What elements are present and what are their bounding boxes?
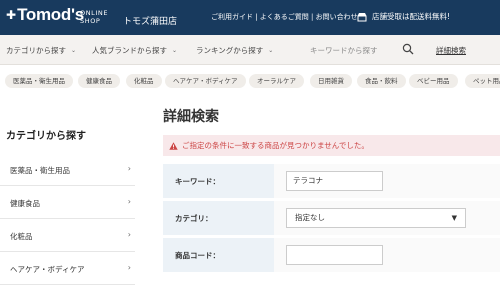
nav-ranking-dropdown[interactable]: ランキングから探す ⌄ [196, 45, 273, 56]
category-select[interactable]: 指定なし ▼ [286, 208, 466, 228]
product-code-label: 商品コード： [163, 238, 274, 272]
sidebar-item-label: ヘアケア・ボディケア [10, 265, 85, 274]
keyword-input[interactable]: テラコナ [286, 171, 383, 191]
category-pill[interactable]: 食品・飲料 [357, 74, 406, 88]
nav-category-label: カテゴリから探す [6, 46, 66, 55]
sidebar: カテゴリから探す 医薬品・衛生用品 › 健康食品 › 化粧品 › ヘアケア・ボデ… [0, 97, 145, 285]
nav-category-dropdown[interactable]: カテゴリから探す ⌄ [6, 45, 76, 56]
online-shop-line2: SHOP [80, 17, 101, 25]
store-icon [357, 12, 367, 21]
sidebar-item[interactable]: ヘアケア・ボディケア › [0, 252, 135, 285]
caret-down-icon: ▼ [451, 214, 457, 222]
category-pill[interactable]: ヘアケア・ボディケア [165, 74, 246, 88]
nav-ranking-label: ランキングから探す [196, 46, 264, 55]
search-placeholder: キーワードから探す [310, 45, 378, 55]
sidebar-item-label: 化粧品 [10, 232, 33, 241]
nav-brand-label: 人気ブランドから探す [92, 46, 167, 55]
sidebar-item[interactable]: 健康食品 › [0, 186, 135, 219]
search-input[interactable]: キーワードから探す [300, 41, 420, 59]
chevron-right-icon: › [127, 164, 131, 173]
page-title: 詳細検索 [163, 109, 219, 125]
sidebar-item-label: 医薬品・衛生用品 [10, 166, 70, 175]
product-code-row: 商品コード： [163, 238, 500, 272]
category-pill[interactable]: 化粧品 [126, 74, 162, 88]
chevron-right-icon: › [127, 230, 131, 239]
search-icon[interactable] [402, 43, 414, 55]
chevron-down-icon: ⌄ [172, 47, 178, 54]
category-label-text: カテゴリ： [175, 214, 213, 223]
warning-icon [169, 141, 178, 150]
category-pill[interactable]: 健康食品 [78, 74, 120, 88]
keyword-value-cell: テラコナ [274, 164, 500, 198]
online-shop-line1: ONLINE [80, 9, 109, 17]
category-pill-bar: 医薬品・衛生用品 健康食品 化粧品 ヘアケア・ボディケア オーラルケア 日用雑貨… [0, 65, 500, 97]
no-results-alert: ご指定の条件に一致する商品が見つかりませんでした。 [163, 135, 500, 156]
category-pill[interactable]: ベビー用品 [409, 74, 458, 88]
keyword-label: キーワード： [163, 164, 274, 198]
online-shop-label: ONLINE SHOP [80, 9, 108, 25]
store-name[interactable]: トモズ蒲田店 [123, 14, 177, 27]
logo-text: Tomod's [17, 5, 84, 24]
store-pickup-notice[interactable]: 店舗受取は配送料無料! [357, 11, 450, 22]
product-code-input[interactable] [286, 245, 383, 265]
sidebar-item[interactable]: 化粧品 › [0, 219, 135, 252]
keyword-row: キーワード： テラコナ [163, 164, 500, 198]
product-code-value-cell [274, 238, 500, 272]
main-nav: カテゴリから探す ⌄ 人気ブランドから探す ⌄ ランキングから探す ⌄ キーワー… [0, 35, 500, 65]
top-header: ✚ Tomod's ONLINE SHOP トモズ蒲田店 ご利用ガイド | よく… [0, 0, 500, 35]
category-pill[interactable]: 日用雑貨 [310, 74, 352, 88]
category-label: カテゴリ： [163, 201, 274, 235]
logo-plus-icon: ✚ [6, 8, 17, 22]
category-pill[interactable]: 医薬品・衛生用品 [5, 74, 73, 88]
category-pill[interactable]: オーラルケア [249, 74, 304, 88]
keyword-label-text: キーワード： [175, 177, 220, 186]
category-select-value: 指定なし [295, 213, 325, 222]
chevron-down-icon: ⌄ [71, 47, 77, 54]
sidebar-title: カテゴリから探す [6, 131, 86, 142]
chevron-right-icon: › [127, 197, 131, 206]
alert-text: ご指定の条件に一致する商品が見つかりませんでした。 [182, 141, 369, 150]
category-row: カテゴリ： 指定なし ▼ [163, 201, 500, 235]
category-pill[interactable]: ペット用品 [465, 74, 500, 88]
category-value-cell: 指定なし ▼ [274, 201, 500, 235]
chevron-down-icon: ⌄ [268, 47, 274, 54]
detail-search-link[interactable]: 詳細検索 [436, 45, 466, 56]
nav-brand-dropdown[interactable]: 人気ブランドから探す ⌄ [92, 45, 177, 56]
chevron-right-icon: › [127, 263, 131, 272]
sidebar-item-label: 健康食品 [10, 199, 40, 208]
tomods-logo[interactable]: ✚ Tomod's [6, 5, 84, 25]
product-code-label-text: 商品コード： [175, 251, 220, 260]
header-links[interactable]: ご利用ガイド | よくあるご質問 | お問い合わせ [211, 12, 358, 22]
sidebar-item[interactable]: 医薬品・衛生用品 › [0, 153, 135, 186]
store-notice-text: 店舗受取は配送料無料! [372, 12, 451, 21]
